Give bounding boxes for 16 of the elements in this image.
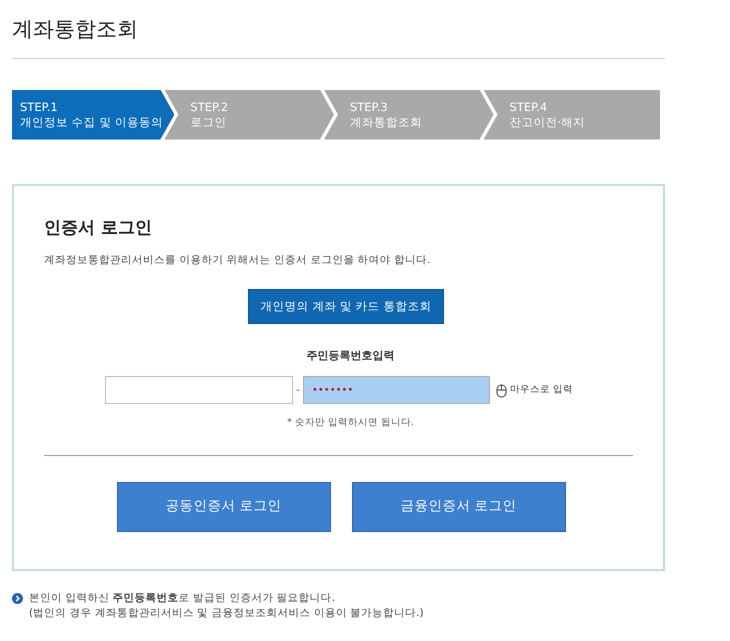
mouse-input-link[interactable]: 마우스로 입력 — [510, 383, 574, 398]
page-title: 계좌통합조회 — [12, 14, 665, 58]
separator-text: - — [295, 384, 301, 398]
hint-text: * 숫자만 입력하시면 됩니다. — [287, 416, 414, 430]
field-label: 주민등록번호입력 — [306, 348, 394, 364]
description-text: 계좌정보통합관리서비스를 이용하기 위해서는 인증서 로그인을 하여야 합니다. — [44, 253, 432, 268]
financial-certificate-login-button[interactable]: 금융인증서 로그인 — [352, 482, 566, 532]
mouse-icon — [496, 382, 507, 398]
password-input-field[interactable]: ••••••• — [303, 376, 490, 404]
note-text: 본인이 입력하신 주민등록번호로 발급된 인증서가 필요합니다. — [29, 590, 336, 606]
joint-certificate-login-button[interactable]: 공동인증서 로그인 — [116, 482, 330, 532]
section-title: 인증서 로그인 — [44, 216, 153, 240]
chevron-circle-icon — [12, 592, 23, 604]
lookup-button[interactable]: 개인명의 계좌 및 카드 통합조회 — [248, 288, 444, 324]
id-input-field[interactable] — [105, 376, 293, 404]
note-text: (법인의 경우 계좌통합관리서비스 및 금융정보조회서비스 이용이 불가능합니다.) — [29, 606, 424, 620]
